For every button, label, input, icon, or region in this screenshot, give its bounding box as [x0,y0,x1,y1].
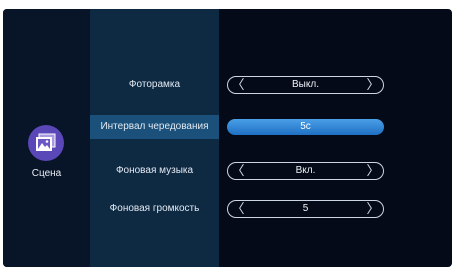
setting-value: Вкл. [295,165,316,176]
interval-selector[interactable]: 5с [227,119,384,135]
setting-row-background-volume[interactable]: Фоновая громкость 〈 5 〉 [90,197,452,221]
chevron-right-icon[interactable]: 〉 [365,201,381,217]
setting-label: Интервал чередования [90,115,219,139]
setting-row-interval[interactable]: Интервал чередования 5с [90,115,452,139]
setting-value: 5с [300,121,311,132]
screen: Сцена Фоторамка 〈 Выкл. 〉 Интервал черед… [3,9,452,267]
chevron-left-icon[interactable]: 〈 [230,163,246,179]
setting-row-photo-frame[interactable]: Фоторамка 〈 Выкл. 〉 [90,73,452,97]
side-panel: Сцена [3,9,90,267]
chevron-right-icon[interactable]: 〉 [365,77,381,93]
chevron-right-icon[interactable]: 〉 [365,163,381,179]
chevron-left-icon[interactable]: 〈 [230,201,246,217]
setting-value: Выкл. [292,79,319,90]
picture-frame-icon[interactable] [28,125,64,161]
setting-value: 5 [302,203,309,214]
chevron-left-icon[interactable]: 〈 [230,77,246,93]
background-volume-selector[interactable]: 〈 5 〉 [227,200,384,218]
setting-label: Фоновая громкость [109,203,200,214]
photo-frame-selector[interactable]: 〈 Выкл. 〉 [227,76,384,94]
setting-label: Фоновая музыка [115,165,194,176]
setting-label: Фоторамка [128,79,181,90]
scene-label: Сцена [31,168,62,179]
background-music-selector[interactable]: 〈 Вкл. 〉 [227,162,384,180]
setting-row-background-music[interactable]: Фоновая музыка 〈 Вкл. 〉 [90,159,452,183]
